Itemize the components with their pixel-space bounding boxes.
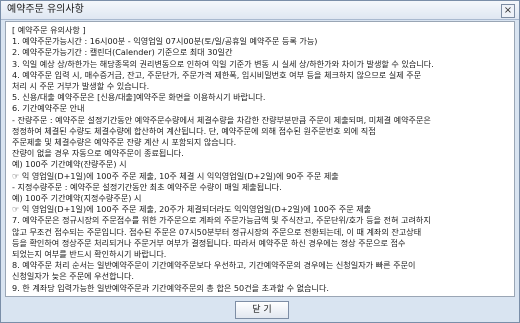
notice-line: 않고 무조건 접수되는 주문입니다. 접수된 주문은 07시50분부터 정규시장… xyxy=(12,226,422,237)
notice-line: 잔량이 없을 경우 자동으로 예약주문이 종료됩니다. xyxy=(12,148,184,159)
notice-line: 등을 확인하여 정상주문 처리되거나 주문거부 여부가 결정됩니다. 따라서 예… xyxy=(12,237,406,248)
notice-line: 예) 100주 기간예약(잔량주문) 시 xyxy=(12,159,127,170)
notice-content: [ 예약주문 유의사항 ] 1. 예약주문가능시간 : 16시00분 - 익영업일… xyxy=(5,21,515,297)
notice-line: - 지정수량주문 : 예약주문 설정기간동안 최초 예약주문 수량이 매일 제출… xyxy=(12,181,282,192)
notice-line: - 잔량주문 : 예약주문 설정기간동안 예약주문수량에서 체결수량을 차감한 … xyxy=(12,114,431,125)
close-button[interactable]: 닫 기 xyxy=(235,301,289,319)
dialog-title: 예약주문 유의사항 xyxy=(7,4,84,15)
notice-line: 4. 예약주문 입력 시, 매수증거금, 잔고, 주문단가, 주문가격 제한폭,… xyxy=(12,69,422,80)
notice-dialog: 예약주문 유의사항 × [ 예약주문 유의사항 ] 1. 예약주문가능시간 : 1… xyxy=(0,0,520,323)
notice-line: 6. 기간예약주문 안내 xyxy=(12,103,85,114)
notice-line: 3. 익일 예상 상/하한가는 해당종목의 권리변동으로 인하여 익일 기준가 … xyxy=(12,58,434,69)
notice-line: 정정하여 체결된 수량도 체결수량에 합산하여 계산됩니다. 단, 예약주문에 … xyxy=(12,125,376,136)
notice-line: 5. 신용/대출 예약주문은 [신용/대출]예약주문 화면을 이용하시기 바랍니… xyxy=(12,92,266,103)
notice-line: ☞ 익 영업일(D+1일)에 100주 주문 제출, 10주 체결 시 익익영업… xyxy=(12,170,339,181)
notice-line: 2. 예약주문가능기간 : 캘린더(Calender) 기준으로 최대 30일간 xyxy=(12,47,233,58)
notice-line: 주문제출 및 체결수량은 예약주문 잔량 계산 시 포함되지 않습니다. xyxy=(12,137,237,147)
notice-line: 되었는지 여부를 반드시 확인하시기 바랍니다. xyxy=(12,249,167,259)
notice-line: 처리 시 주문 거부가 발생할 수 있습니다. xyxy=(12,81,150,91)
notice-line: 예) 100주 기간예약(지정수량주문) 시 xyxy=(12,193,142,203)
notice-line: ☞ 익 영업일(D+1일)에 100주 주문 제출, 20주가 체결되더라도 익… xyxy=(12,204,372,215)
notice-line: 7. 예약주문은 정규시장의 주문접수를 위한 가주문으로 계좌의 주문가능금액… xyxy=(12,215,431,226)
close-icon[interactable]: × xyxy=(501,4,515,18)
title-bar[interactable]: 예약주문 유의사항 × xyxy=(1,1,519,20)
notice-line: 9. 한 계좌당 입력가능한 일반예약주문과 기간예약주문의 총 합은 50건을… xyxy=(12,282,329,293)
notice-line: 신청일자가 늦은 주문에 우선합니다. xyxy=(12,271,134,282)
notice-line: 8. 예약주문 처리 순서는 일반예약주문이 기간예약주문보다 우선하고, 기간… xyxy=(12,260,416,271)
notice-line: 1. 예약주문가능시간 : 16시00분 - 익영업일 07시00분(토/일/공… xyxy=(12,36,318,47)
notice-line: [ 예약주문 유의사항 ] xyxy=(12,25,86,35)
